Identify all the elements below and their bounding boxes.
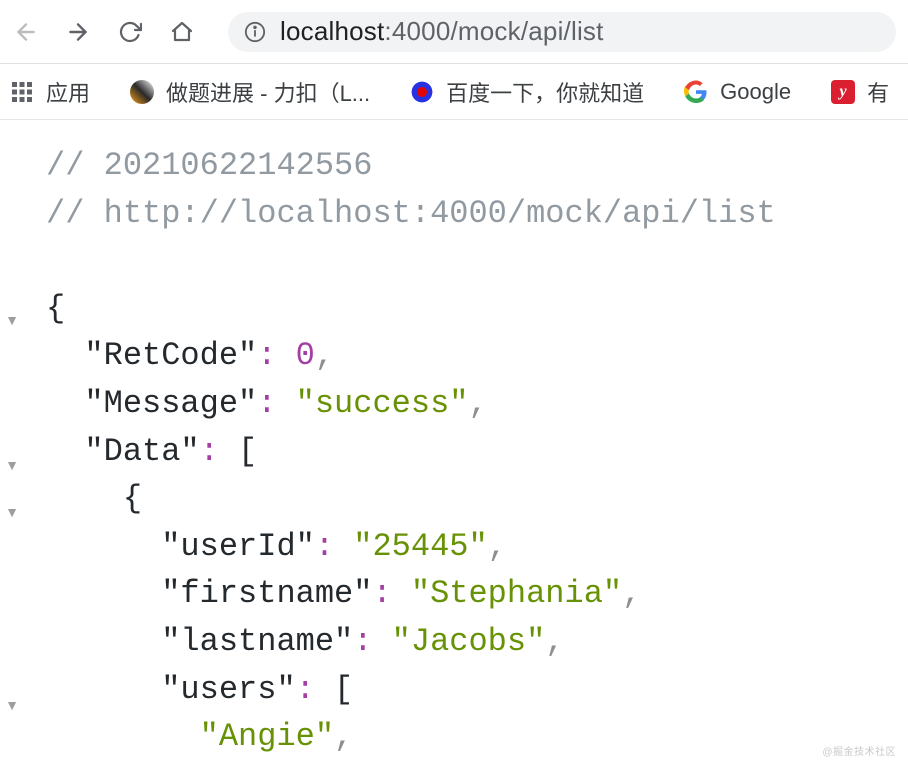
- bookmark-baidu-label: 百度一下，你就知道: [446, 76, 644, 108]
- key-data: "Data": [84, 433, 199, 470]
- fold-gutter: ▼ ▼ ▼ ▼: [0, 120, 24, 772]
- back-button[interactable]: [12, 18, 40, 46]
- fold-toggle[interactable]: ▼: [0, 489, 24, 537]
- arrow-right-icon: [65, 19, 91, 45]
- val-message: "success": [296, 385, 469, 422]
- home-icon: [170, 20, 194, 44]
- leetcode-icon: [130, 80, 154, 104]
- browser-toolbar: localhost:4000/mock/api/list: [0, 0, 908, 64]
- val-firstname: "Stephania": [411, 575, 622, 612]
- key-userid: "userId": [161, 528, 315, 565]
- apps-icon: [10, 80, 34, 104]
- bookmark-baidu[interactable]: 百度一下，你就知道: [404, 72, 650, 112]
- y-icon: y: [831, 80, 855, 104]
- fold-toggle[interactable]: ▼: [0, 442, 24, 490]
- key-retcode: "RetCode": [84, 337, 257, 374]
- bookmarks-bar: 应用 做题进展 - 力扣（L... 百度一下，你就知道 Google y 有: [0, 64, 908, 120]
- url-text: localhost:4000/mock/api/list: [280, 16, 604, 47]
- fold-toggle[interactable]: ▼: [0, 297, 24, 345]
- url-path: :4000/mock/api/list: [384, 16, 603, 46]
- watermark: @掘金技术社区: [822, 743, 896, 758]
- bookmark-google[interactable]: Google: [678, 75, 797, 109]
- fold-toggle[interactable]: ▼: [0, 682, 24, 730]
- key-users: "users": [161, 671, 295, 708]
- home-button[interactable]: [168, 18, 196, 46]
- apps-label: 应用: [46, 76, 90, 108]
- brace-open: {: [46, 290, 65, 327]
- info-icon: [244, 21, 266, 43]
- comment-url: // http://localhost:4000/mock/api/list: [46, 195, 776, 232]
- url-host: localhost: [280, 16, 384, 46]
- comment-timestamp: // 20210622142556: [46, 147, 372, 184]
- google-icon: [684, 80, 708, 104]
- reload-icon: [118, 20, 142, 44]
- site-info-icon[interactable]: [244, 21, 266, 43]
- val-users-0: "Angie": [200, 718, 334, 755]
- bookmark-leetcode-label: 做题进展 - 力扣（L...: [166, 76, 370, 108]
- key-message: "Message": [84, 385, 257, 422]
- forward-button[interactable]: [64, 18, 92, 46]
- key-firstname: "firstname": [161, 575, 372, 612]
- json-viewer: // 20210622142556 // http://localhost:40…: [24, 120, 908, 772]
- bookmark-google-label: Google: [720, 79, 791, 105]
- key-lastname: "lastname": [161, 623, 353, 660]
- val-retcode: 0: [296, 337, 315, 374]
- val-lastname: "Jacobs": [392, 623, 546, 660]
- val-userid: "25445": [353, 528, 487, 565]
- bookmark-leetcode[interactable]: 做题进展 - 力扣（L...: [124, 72, 376, 112]
- arrow-left-icon: [13, 19, 39, 45]
- apps-shortcut[interactable]: 应用: [4, 72, 96, 112]
- address-bar[interactable]: localhost:4000/mock/api/list: [228, 12, 896, 52]
- bookmark-partial[interactable]: y 有: [825, 72, 895, 112]
- baidu-icon: [410, 80, 434, 104]
- page-content: ▼ ▼ ▼ ▼ // 20210622142556 // http://loca…: [0, 120, 908, 772]
- reload-button[interactable]: [116, 18, 144, 46]
- bookmark-partial-label: 有: [867, 76, 889, 108]
